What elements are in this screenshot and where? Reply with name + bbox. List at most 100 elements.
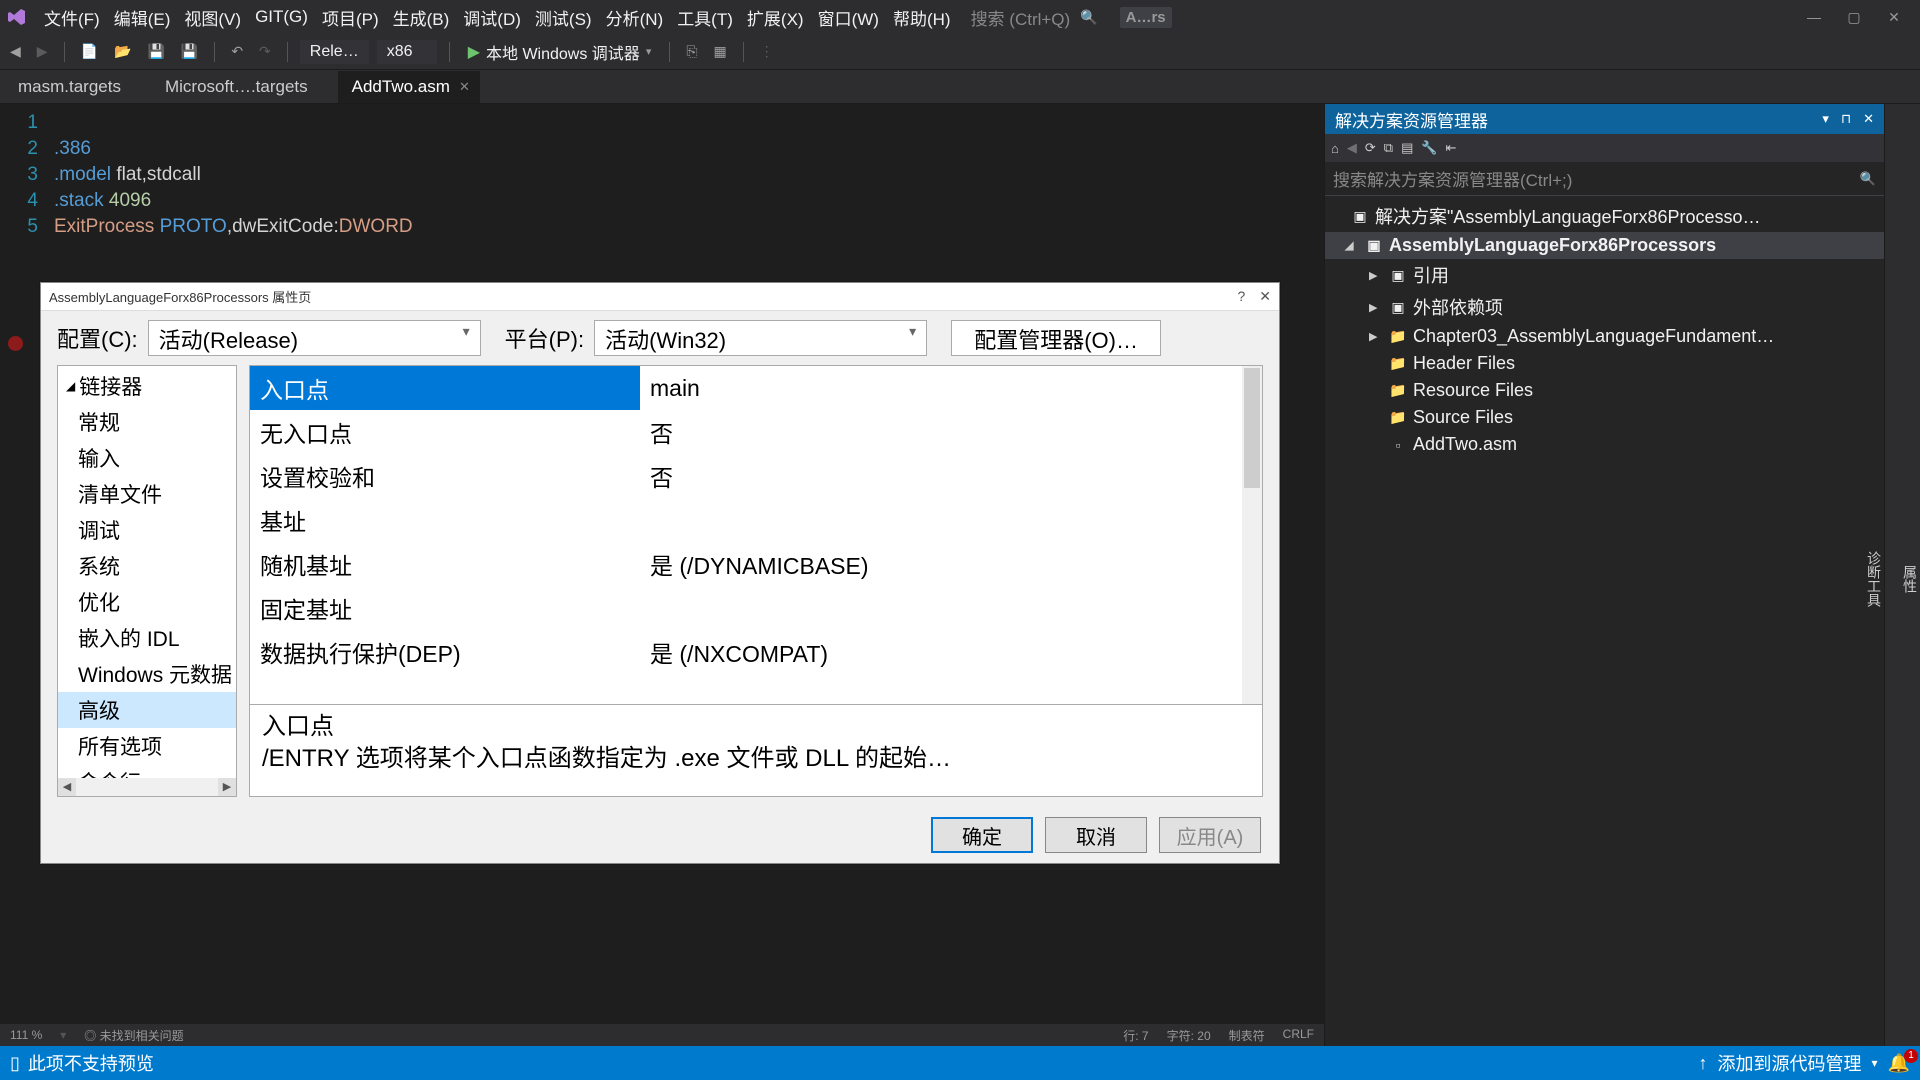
breakpoint-icon[interactable]	[8, 336, 23, 351]
menu-search[interactable]: 搜索 (Ctrl+Q) 🔍	[971, 5, 1098, 30]
platform-combo[interactable]: x86	[377, 40, 437, 64]
source-control-link[interactable]: 添加到源代码管理	[1718, 1050, 1862, 1076]
dialog-titlebar[interactable]: AssemblyLanguageForx86Processors 属性页 ? ✕	[41, 283, 1279, 311]
tree-root-linker[interactable]: ◢ 链接器	[58, 368, 236, 404]
menu-debug[interactable]: 调试(D)	[457, 1, 527, 34]
tree-item[interactable]: 优化	[58, 584, 236, 620]
menu-view[interactable]: 视图(V)	[178, 1, 247, 34]
collapse-icon[interactable]: ⇤	[1446, 140, 1457, 156]
sync-icon[interactable]: ⟳	[1365, 140, 1376, 156]
tree-item[interactable]: 输入	[58, 440, 236, 476]
chevron-down-icon[interactable]: ▾	[1872, 1056, 1878, 1070]
tab-addtwo-asm[interactable]: AddTwo.asm✕	[338, 71, 480, 103]
nav-back-icon[interactable]: ◀	[6, 41, 25, 62]
menu-project[interactable]: 项目(P)	[316, 1, 385, 34]
property-value-input[interactable]	[650, 375, 1252, 402]
solution-root[interactable]: ▣解决方案"AssemblyLanguageForx86Processo…	[1325, 200, 1884, 232]
tree-item[interactable]: 嵌入的 IDL	[58, 620, 236, 656]
category-tree[interactable]: ◢ 链接器常规输入清单文件调试系统优化嵌入的 IDLWindows 元数据高级所…	[57, 365, 237, 797]
tree-item[interactable]: 高级	[58, 692, 236, 728]
tree-node[interactable]: ▶▣外部依赖项	[1325, 291, 1884, 323]
menu-window[interactable]: 窗口(W)	[812, 1, 885, 34]
menu-extensions[interactable]: 扩展(X)	[741, 1, 810, 34]
platform-combo[interactable]: 活动(Win32) ▾	[594, 320, 927, 356]
notifications-icon[interactable]: 🔔1	[1888, 1053, 1910, 1074]
saveall-icon[interactable]: 💾	[177, 41, 202, 62]
nav-fwd-icon[interactable]: ▶	[33, 41, 52, 62]
panel-pin-icon[interactable]: ⊓	[1841, 111, 1851, 127]
menu-git[interactable]: GIT(G)	[249, 3, 314, 31]
solution-search[interactable]: 搜索解决方案资源管理器(Ctrl+;) 🔍	[1325, 162, 1884, 196]
filter-icon[interactable]: ⧉	[1384, 140, 1393, 156]
panel-dropdown-icon[interactable]: ▾	[1822, 111, 1829, 127]
tree-node[interactable]: 📁Source Files	[1325, 404, 1884, 431]
apply-button[interactable]: 应用(A)	[1159, 817, 1261, 853]
tab-microsoft-targets[interactable]: Microsoft….targets	[151, 71, 338, 103]
dialog-close-icon[interactable]: ✕	[1259, 288, 1271, 305]
showall-icon[interactable]: ▤	[1401, 140, 1413, 156]
save-icon[interactable]: 💾	[143, 41, 168, 62]
property-row[interactable]: 基址	[250, 498, 1262, 542]
vs-logo-icon	[6, 6, 28, 28]
zoom-level[interactable]: 111 %	[10, 1028, 42, 1042]
maximize-icon[interactable]: ▢	[1844, 9, 1864, 26]
side-tab-properties[interactable]: 属性	[1900, 565, 1920, 593]
minimize-icon[interactable]: —	[1804, 9, 1824, 26]
menu-build[interactable]: 生成(B)	[387, 1, 456, 34]
tab-masm-targets[interactable]: masm.targets	[4, 71, 151, 103]
menu-help[interactable]: 帮助(H)	[887, 1, 957, 34]
eol-mode[interactable]: CRLF	[1283, 1027, 1314, 1044]
tree-item[interactable]: 系统	[58, 548, 236, 584]
tree-node[interactable]: ▶📁Chapter03_AssemblyLanguageFundament…	[1325, 323, 1884, 350]
tab-close-icon[interactable]: ✕	[459, 79, 470, 95]
tree-node[interactable]: 📁Header Files	[1325, 350, 1884, 377]
new-icon[interactable]: 📄	[77, 41, 102, 62]
tree-item[interactable]: 清单文件	[58, 476, 236, 512]
home-icon[interactable]: ⌂	[1331, 141, 1339, 156]
panel-close-icon[interactable]: ✕	[1863, 111, 1874, 127]
config-combo[interactable]: Rele…	[300, 40, 369, 64]
property-row[interactable]: 数据执行保护(DEP)是 (/NXCOMPAT)	[250, 630, 1262, 674]
tree-item[interactable]: Windows 元数据	[58, 656, 236, 692]
thread-icon[interactable]: ▦	[710, 41, 731, 62]
redo-icon[interactable]: ↷	[255, 41, 275, 62]
side-tab-diagnostics[interactable]: 诊断工具	[1864, 551, 1884, 607]
issues-indicator[interactable]: ◎ 未找到相关问题	[84, 1027, 183, 1044]
debug-start-button[interactable]: ▶ 本地 Windows 调试器 ▾	[462, 38, 658, 66]
props-icon[interactable]: 🔧	[1421, 140, 1437, 156]
open-icon[interactable]: 📂	[110, 41, 135, 62]
back-icon[interactable]: ◀	[1347, 140, 1357, 156]
config-manager-button[interactable]: 配置管理器(O)…	[951, 320, 1161, 356]
step-icon[interactable]: ⎘	[682, 41, 701, 62]
menu-tools[interactable]: 工具(T)	[671, 1, 739, 34]
tree-node[interactable]: 📁Resource Files	[1325, 377, 1884, 404]
menu-analyze[interactable]: 分析(N)	[600, 1, 670, 34]
misc-icon[interactable]: ⋮	[756, 41, 778, 62]
help-icon[interactable]: ?	[1237, 288, 1245, 305]
close-icon[interactable]: ✕	[1884, 9, 1904, 26]
solution-tree[interactable]: ▣解决方案"AssemblyLanguageForx86Processo… ◢▣…	[1325, 196, 1884, 1046]
ok-button[interactable]: 确定	[931, 817, 1033, 853]
property-row[interactable]: 设置校验和否	[250, 454, 1262, 498]
cancel-button[interactable]: 取消	[1045, 817, 1147, 853]
tree-scrollbar[interactable]: ◀▶	[58, 778, 236, 796]
grid-scrollbar[interactable]	[1242, 366, 1262, 704]
property-row[interactable]: 固定基址	[250, 586, 1262, 630]
undo-icon[interactable]: ↶	[227, 41, 247, 62]
tree-item[interactable]: 调试	[58, 512, 236, 548]
tree-item[interactable]: 所有选项	[58, 728, 236, 764]
tree-item[interactable]: 常规	[58, 404, 236, 440]
config-combo[interactable]: 活动(Release) ▾	[148, 320, 481, 356]
property-value	[640, 498, 1262, 542]
tree-node[interactable]: ▫AddTwo.asm	[1325, 431, 1884, 458]
project-node[interactable]: ◢▣AssemblyLanguageForx86Processors	[1325, 232, 1884, 259]
menu-file[interactable]: 文件(F)	[38, 1, 106, 34]
property-grid-body[interactable]: 入口点无入口点否设置校验和否基址随机基址是 (/DYNAMICBASE)固定基址…	[250, 366, 1262, 704]
tree-node[interactable]: ▶▣引用	[1325, 259, 1884, 291]
menu-test[interactable]: 测试(S)	[529, 1, 598, 34]
property-row[interactable]: 入口点	[250, 366, 1262, 410]
menu-edit[interactable]: 编辑(E)	[108, 1, 177, 34]
property-row[interactable]: 随机基址是 (/DYNAMICBASE)	[250, 542, 1262, 586]
indent-mode[interactable]: 制表符	[1229, 1027, 1265, 1044]
property-row[interactable]: 无入口点否	[250, 410, 1262, 454]
